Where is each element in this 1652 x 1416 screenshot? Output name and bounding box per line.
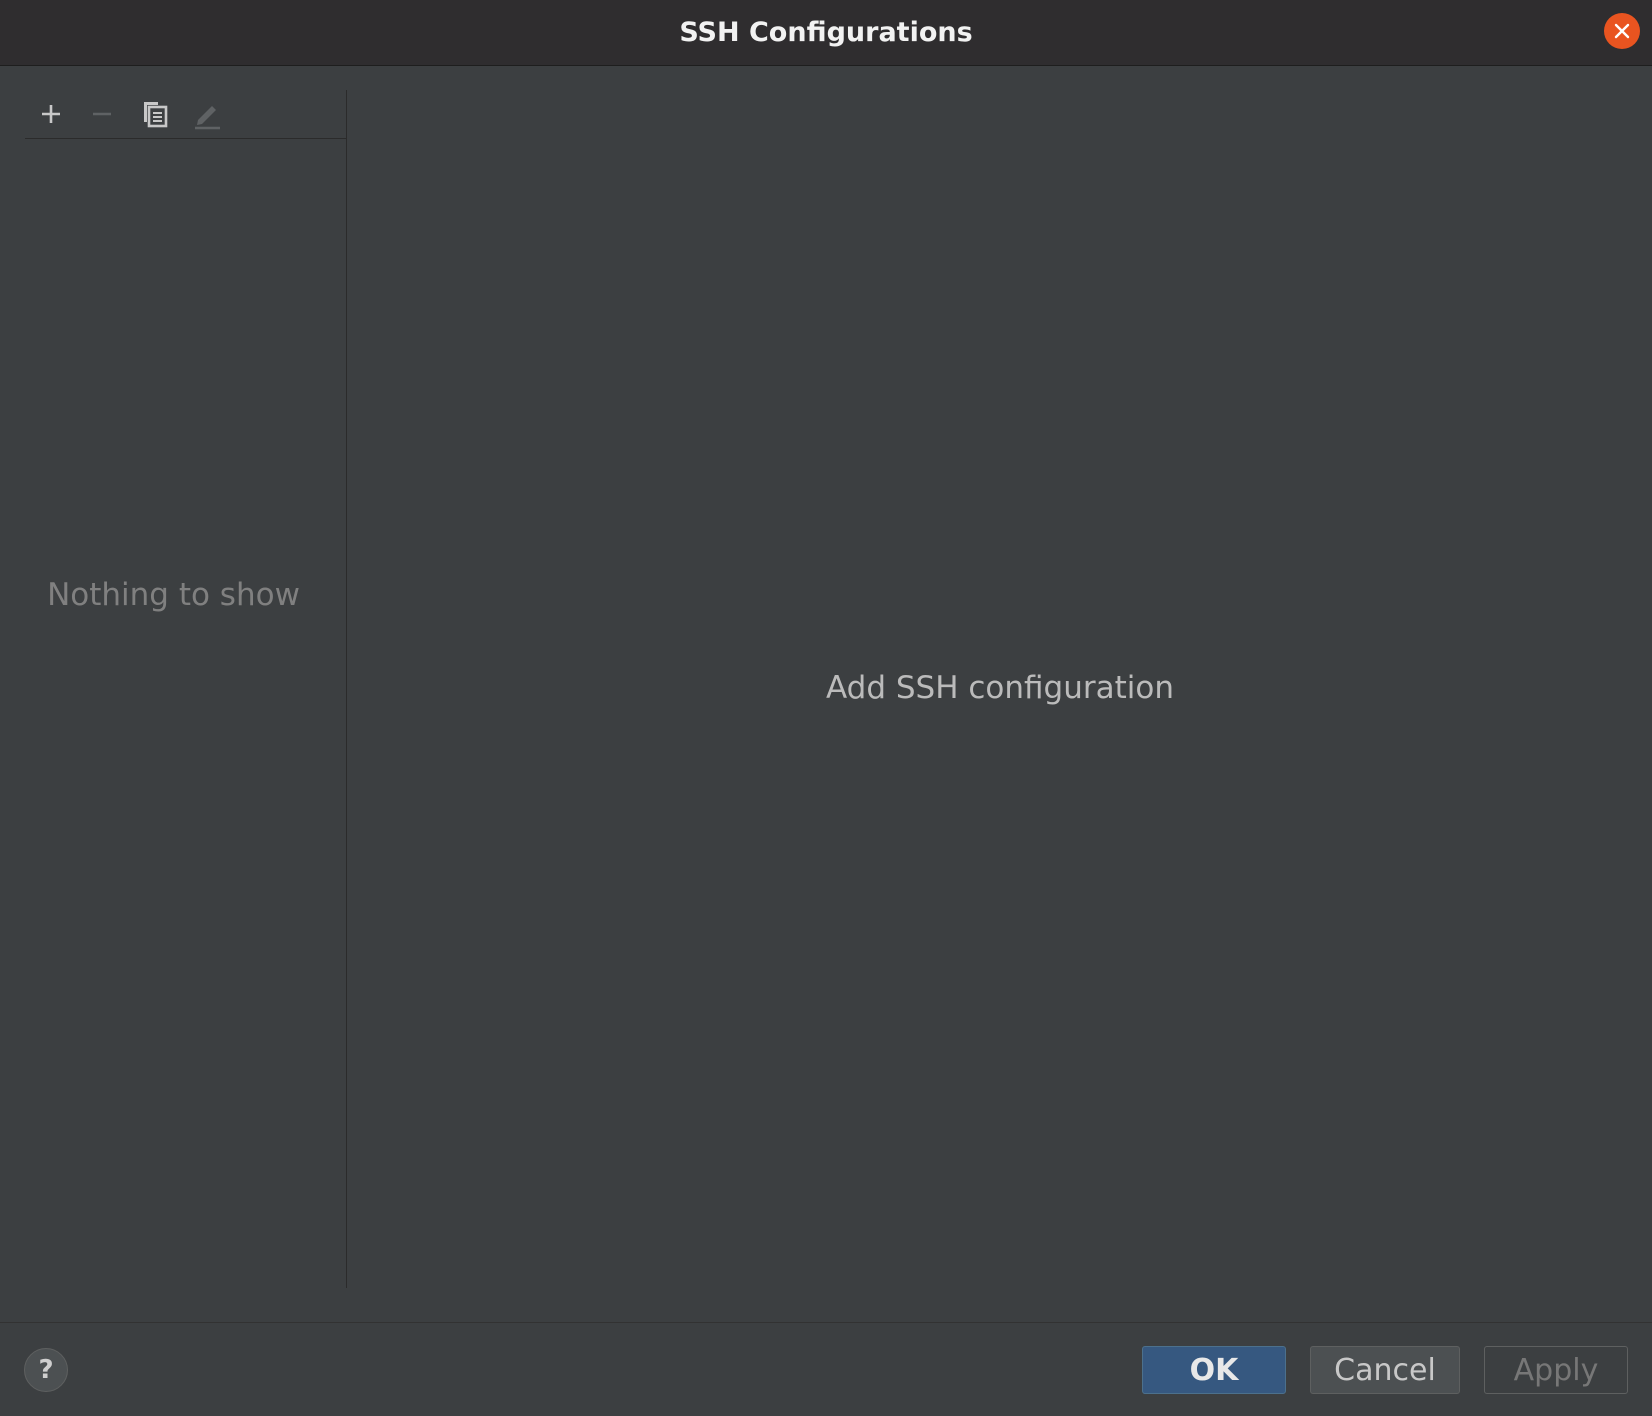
details-empty-text: Add SSH configuration	[825, 670, 1175, 706]
add-button[interactable]	[34, 97, 68, 131]
empty-list-text: Nothing to show	[47, 577, 300, 613]
minus-icon	[93, 112, 111, 116]
ok-button[interactable]: OK	[1142, 1346, 1286, 1394]
panel-divider[interactable]	[346, 90, 347, 1288]
footer-separator	[0, 1322, 1652, 1323]
plus-icon	[42, 105, 60, 123]
list-toolbar	[25, 91, 347, 139]
close-icon	[1614, 23, 1630, 39]
edit-icon	[195, 106, 220, 130]
title-bar: SSH Configurations	[0, 0, 1652, 66]
close-button[interactable]	[1604, 13, 1640, 49]
configuration-list-panel: Nothing to show	[0, 67, 347, 1288]
edit-button[interactable]	[190, 97, 224, 131]
copy-button[interactable]	[138, 97, 172, 131]
cancel-button[interactable]: Cancel	[1310, 1346, 1460, 1394]
window-title: SSH Configurations	[679, 17, 973, 48]
help-button[interactable]: ?	[24, 1348, 68, 1392]
apply-button[interactable]: Apply	[1484, 1346, 1628, 1394]
copy-icon	[144, 102, 168, 128]
help-icon: ?	[38, 1355, 54, 1385]
remove-button[interactable]	[85, 97, 119, 131]
